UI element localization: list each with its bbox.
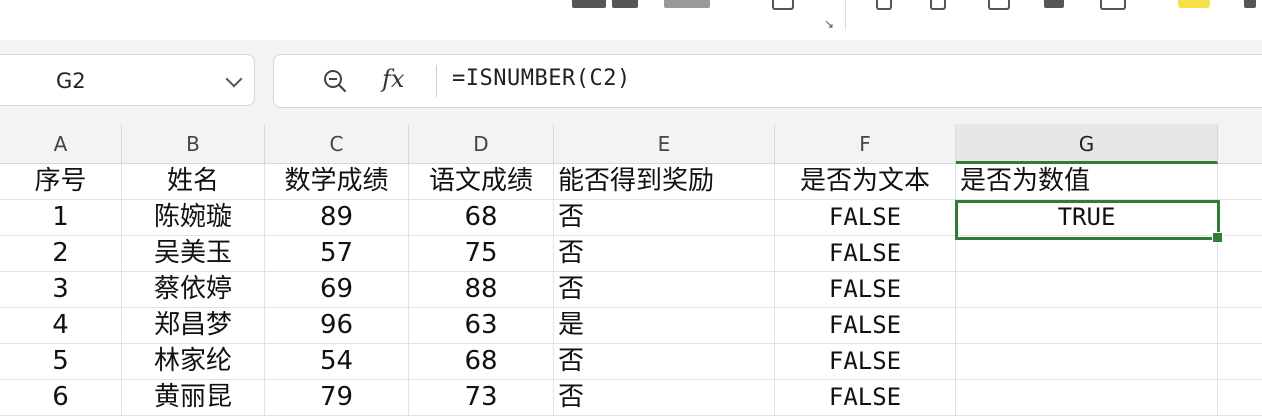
column-header-e[interactable]: E — [554, 124, 775, 164]
column-header-b[interactable]: B — [122, 124, 265, 164]
cell-f3[interactable]: FALSE — [775, 236, 956, 272]
cell-c6[interactable]: 54 — [265, 344, 409, 380]
cell-b2[interactable]: 陈婉璇 — [122, 200, 265, 236]
ribbon-button-icon[interactable] — [1100, 0, 1126, 10]
column-header-g[interactable]: G — [956, 124, 1218, 164]
ribbon-button-icon[interactable] — [772, 0, 794, 10]
cell-f6[interactable]: FALSE — [775, 344, 956, 380]
cell-d5[interactable]: 63 — [409, 308, 554, 344]
ribbon-glyph[interactable] — [612, 0, 638, 8]
cell-e1[interactable]: 能否得到奖励 — [554, 164, 775, 200]
cell-h2[interactable] — [1218, 200, 1262, 236]
cell-g6[interactable] — [956, 344, 1218, 380]
ribbon-button-icon[interactable] — [930, 0, 946, 10]
cell-b4[interactable]: 蔡依婷 — [122, 272, 265, 308]
cell-a5[interactable]: 4 — [0, 308, 122, 344]
cell-c5[interactable]: 96 — [265, 308, 409, 344]
chevron-down-icon[interactable] — [225, 70, 243, 88]
column-header-f[interactable]: F — [775, 124, 956, 164]
cell-d7[interactable]: 73 — [409, 380, 554, 416]
active-cell-selection — [955, 200, 1220, 240]
column-header-d[interactable]: D — [409, 124, 554, 164]
cell-e6[interactable]: 否 — [554, 344, 775, 380]
column-header-h[interactable] — [1218, 124, 1262, 164]
formula-divider — [436, 65, 437, 97]
cell-f1[interactable]: 是否为文本 — [775, 164, 956, 200]
cell-a6[interactable]: 5 — [0, 344, 122, 380]
cell-g1[interactable]: 是否为数值 — [956, 164, 1218, 200]
cell-c2[interactable]: 89 — [265, 200, 409, 236]
cell-g4[interactable] — [956, 272, 1218, 308]
cell-g3[interactable] — [956, 236, 1218, 272]
cell-c4[interactable]: 69 — [265, 272, 409, 308]
ribbon-separator — [845, 0, 846, 30]
cell-a3[interactable]: 2 — [0, 236, 122, 272]
cell-b5[interactable]: 郑昌梦 — [122, 308, 265, 344]
cell-b6[interactable]: 林家纶 — [122, 344, 265, 380]
function-icon[interactable]: fx — [382, 65, 404, 93]
cell-a4[interactable]: 3 — [0, 272, 122, 308]
cell-b3[interactable]: 吴美玉 — [122, 236, 265, 272]
cell-a2[interactable]: 1 — [0, 200, 122, 236]
cell-h6[interactable] — [1218, 344, 1262, 380]
cell-d1[interactable]: 语文成绩 — [409, 164, 554, 200]
cell-d4[interactable]: 88 — [409, 272, 554, 308]
ribbon-glyph[interactable] — [572, 0, 606, 8]
cell-c7[interactable]: 79 — [265, 380, 409, 416]
zoom-icon[interactable] — [322, 68, 348, 94]
cell-e2[interactable]: 否 — [554, 200, 775, 236]
cell-d2[interactable]: 68 — [409, 200, 554, 236]
formula-text: =ISNUMBER(C2) — [452, 66, 631, 91]
ribbon-highlight-button[interactable] — [1178, 0, 1210, 8]
cell-f5[interactable]: FALSE — [775, 308, 956, 344]
ribbon-glyph[interactable] — [1244, 0, 1256, 8]
cell-b1[interactable]: 姓名 — [122, 164, 265, 200]
cell-g7[interactable] — [956, 380, 1218, 416]
cell-h7[interactable] — [1218, 380, 1262, 416]
column-header-a[interactable]: A — [0, 124, 122, 164]
formula-input[interactable]: fx =ISNUMBER(C2) — [273, 54, 1262, 108]
cell-e7[interactable]: 否 — [554, 380, 775, 416]
name-box-ref: G2 — [56, 69, 86, 93]
cell-c1[interactable]: 数学成绩 — [265, 164, 409, 200]
spreadsheet-grid: A B C D E F G 序号 姓名 数学成绩 语文成绩 能否得到奖励 是否为… — [0, 124, 1262, 416]
cell-h5[interactable] — [1218, 308, 1262, 344]
cell-e3[interactable]: 否 — [554, 236, 775, 272]
column-header-c[interactable]: C — [265, 124, 409, 164]
ribbon-strip: ↘ — [0, 0, 1262, 41]
cell-e5[interactable]: 是 — [554, 308, 775, 344]
dialog-launcher-icon[interactable]: ↘ — [824, 17, 834, 31]
name-box[interactable]: G2 — [0, 54, 255, 106]
cell-b7[interactable]: 黄丽昆 — [122, 380, 265, 416]
cell-d6[interactable]: 68 — [409, 344, 554, 380]
cell-e4[interactable]: 否 — [554, 272, 775, 308]
cell-f7[interactable]: FALSE — [775, 380, 956, 416]
cell-f2[interactable]: FALSE — [775, 200, 956, 236]
ribbon-glyph[interactable] — [664, 0, 710, 8]
cell-h3[interactable] — [1218, 236, 1262, 272]
ribbon-glyph[interactable] — [1044, 0, 1064, 8]
cell-a7[interactable]: 6 — [0, 380, 122, 416]
cell-f4[interactable]: FALSE — [775, 272, 956, 308]
fill-handle[interactable] — [1212, 232, 1223, 243]
ribbon-button-icon[interactable] — [988, 0, 1010, 10]
cell-h4[interactable] — [1218, 272, 1262, 308]
formula-bar: G2 fx =ISNUMBER(C2) — [0, 40, 1262, 124]
cell-h1[interactable] — [1218, 164, 1262, 200]
cell-c3[interactable]: 57 — [265, 236, 409, 272]
cell-a1[interactable]: 序号 — [0, 164, 122, 200]
cell-g5[interactable] — [956, 308, 1218, 344]
ribbon-button-icon[interactable] — [876, 0, 892, 10]
cell-d3[interactable]: 75 — [409, 236, 554, 272]
